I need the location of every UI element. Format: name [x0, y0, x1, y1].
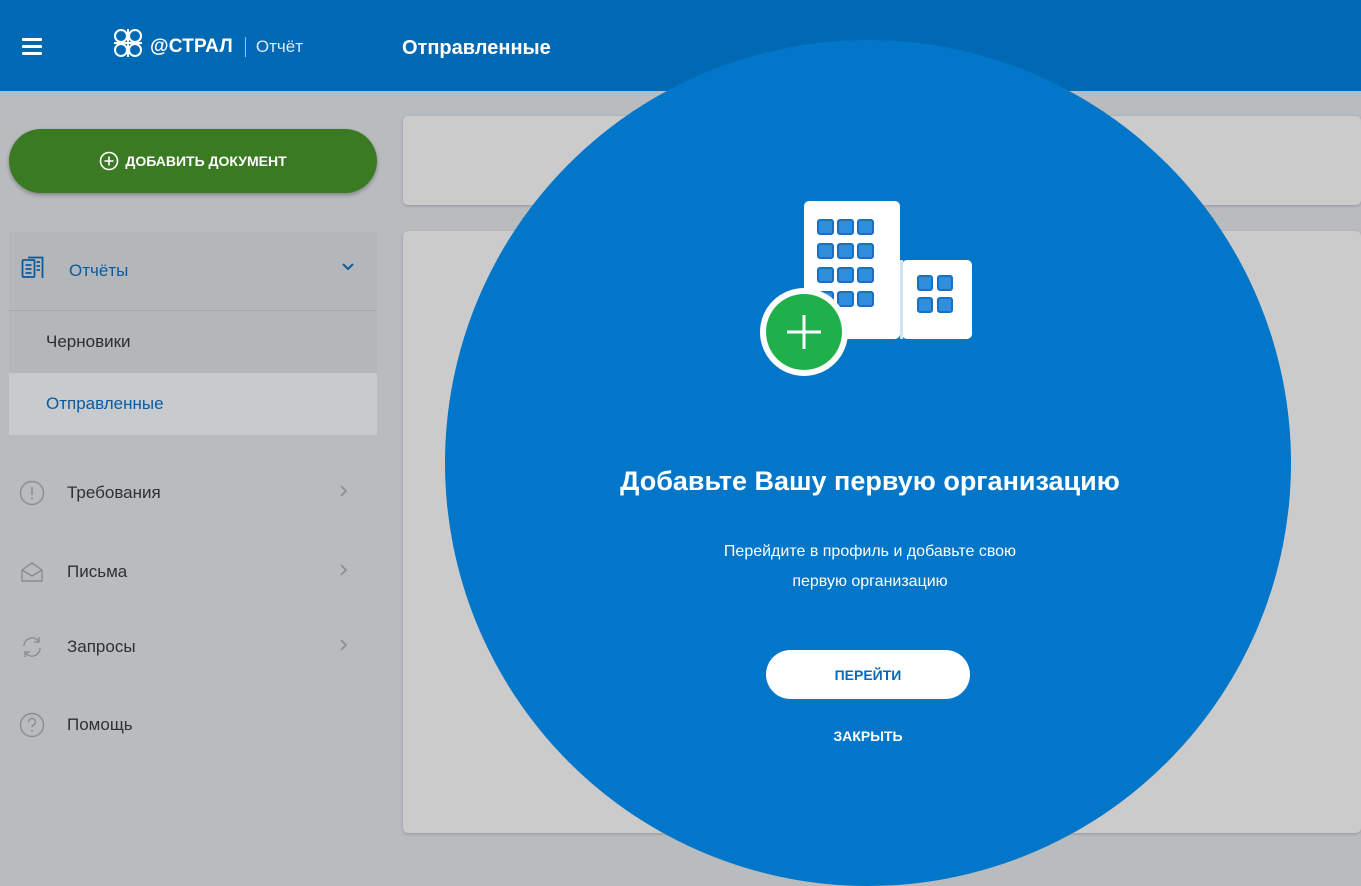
- help-circle-icon: [19, 712, 45, 738]
- plus-circle-icon: [100, 151, 119, 171]
- logo-brand: @СТРАЛ: [150, 36, 233, 57]
- onboarding-description: Перейдите в профиль и добавьте свою перв…: [600, 537, 1140, 597]
- nav-group-reports: Отчёты Черновики Отправленные: [9, 232, 377, 435]
- chevron-right-icon: [340, 485, 348, 497]
- documents-icon: [21, 256, 44, 278]
- alert-circle-icon: [19, 480, 45, 506]
- page-title: Отправленные: [402, 37, 551, 59]
- sidebar-item-requirements[interactable]: Требования: [9, 463, 377, 523]
- sidebar-subitem-label: Черновики: [46, 332, 131, 351]
- sidebar-item-letters[interactable]: Письма: [9, 542, 377, 602]
- sidebar-subitem-label: Отправленные: [46, 394, 164, 413]
- sidebar-item-label: Запросы: [67, 637, 136, 656]
- buildings-illustration-icon: [760, 201, 972, 376]
- astral-logo-icon: [114, 29, 142, 57]
- sidebar-item-reports[interactable]: Отчёты: [9, 232, 377, 311]
- refresh-icon: [23, 637, 41, 657]
- add-document-label: ДОБАВИТЬ ДОКУМЕНТ: [125, 153, 287, 169]
- app-header: @СТРАЛ Отчёт Отправленные: [0, 0, 1361, 91]
- sidebar-item-label: Требования: [67, 483, 161, 502]
- sidebar-subitem-sent[interactable]: Отправленные: [9, 373, 377, 435]
- sidebar-item-reports-label: Отчёты: [69, 261, 129, 280]
- chevron-right-icon: [340, 564, 348, 576]
- sidebar-subitem-drafts[interactable]: Черновики: [9, 311, 377, 373]
- logo[interactable]: @СТРАЛ Отчёт: [110, 22, 303, 72]
- menu-icon[interactable]: [22, 38, 42, 55]
- onboarding-title: Добавьте Вашу первую организацию: [620, 466, 1120, 496]
- logo-divider: [244, 37, 246, 57]
- onboarding-description-line: Перейдите в профиль и добавьте свою: [723, 543, 1017, 560]
- sidebar-item-help[interactable]: Помощь: [9, 695, 377, 755]
- sidebar-item-label: Письма: [67, 562, 128, 581]
- onboarding-spotlight: [445, 40, 1291, 886]
- envelope-open-icon: [21, 562, 43, 582]
- add-document-button[interactable]: ДОБАВИТЬ ДОКУМЕНТ: [9, 129, 377, 193]
- sidebar: ДОБАВИТЬ ДОКУМЕНТ Отчёты Черновики Отпра…: [0, 91, 377, 886]
- logo-product: Отчёт: [255, 37, 303, 56]
- sidebar-item-label: Помощь: [67, 715, 133, 734]
- close-button[interactable]: ЗАКРЫТЬ: [766, 728, 970, 744]
- chevron-right-icon: [340, 639, 348, 651]
- sidebar-item-queries[interactable]: Запросы: [9, 617, 377, 677]
- onboarding-description-line: первую организацию: [792, 573, 948, 590]
- chevron-down-icon: [342, 263, 354, 271]
- go-button[interactable]: ПЕРЕЙТИ: [766, 650, 970, 699]
